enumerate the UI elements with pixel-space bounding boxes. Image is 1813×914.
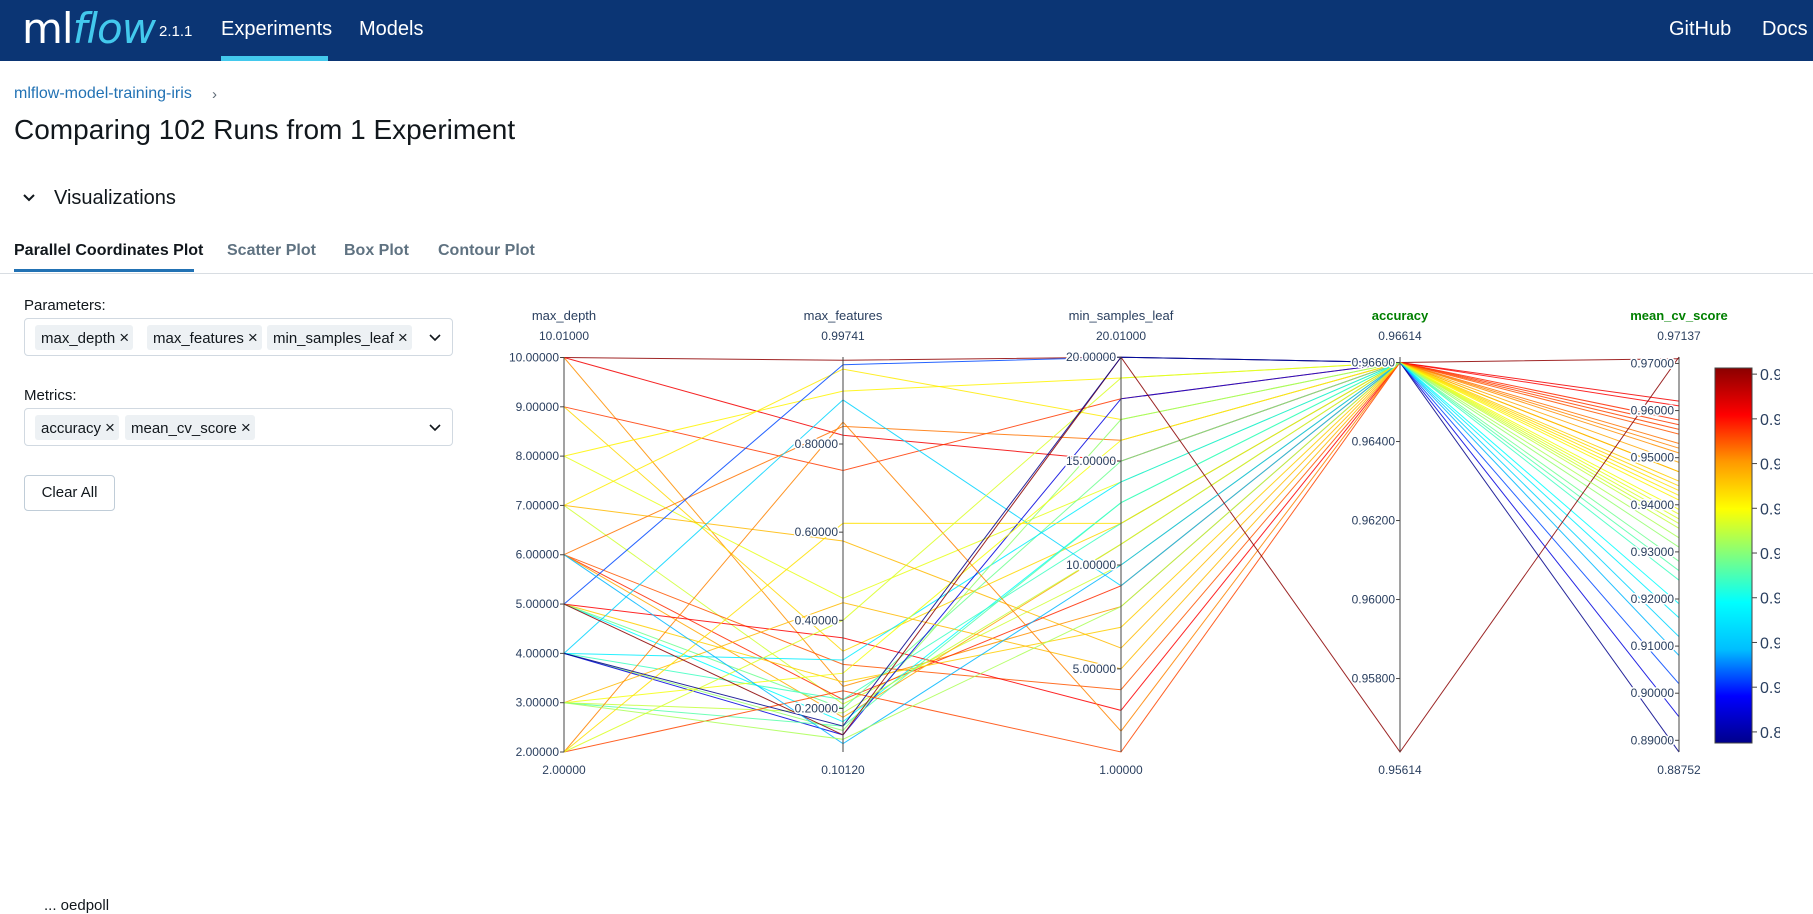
axis-tick-label: 2.00000	[516, 745, 560, 759]
axis-tick-label: 3.00000	[516, 696, 560, 710]
parameters-select[interactable]: max_depth × max_features × min_samples_lea…	[24, 318, 453, 356]
axis-top-label: 10.01000	[539, 329, 589, 343]
nav-active-indicator	[221, 56, 328, 61]
nav-models[interactable]: Models	[359, 18, 423, 41]
axis-top-label: 20.01000	[1096, 329, 1146, 343]
tab-box-plot[interactable]: Box Plot	[344, 242, 409, 260]
colorbar-gradient	[1714, 367, 1753, 744]
axis-tick-label: 0.93000	[1631, 545, 1675, 559]
axis-top-label: 0.97137	[1657, 329, 1701, 343]
axis-tick-label: 0.94000	[1631, 498, 1675, 512]
chevron-down-icon[interactable]	[428, 330, 442, 344]
axis-tick-label: 0.96200	[1352, 514, 1396, 528]
metrics-select[interactable]: accuracy × mean_cv_score ×	[24, 408, 453, 446]
colorbar-tick-label: 0.95	[1760, 457, 1780, 474]
remove-chip-icon[interactable]: ×	[105, 415, 115, 440]
axis-tick-label: 0.90000	[1631, 686, 1675, 700]
tab-contour-plot[interactable]: Contour Plot	[438, 242, 535, 260]
remove-chip-icon[interactable]: ×	[119, 325, 129, 350]
axis-tick-label: 0.96000	[1352, 593, 1396, 607]
nav-docs-link[interactable]: Docs	[1762, 18, 1808, 41]
axis-tick-label: 0.96600	[1352, 356, 1396, 370]
visualization-tabs: Parallel Coordinates Plot Scatter Plot B…	[0, 242, 1813, 274]
nav-github-link[interactable]: GitHub	[1669, 18, 1731, 41]
parameters-label: Parameters:	[24, 297, 106, 314]
axis-tick-label: 0.95800	[1352, 672, 1396, 686]
axis-tick-label: 0.20000	[795, 701, 839, 715]
axis-tick-label: 8.00000	[516, 449, 560, 463]
axis-tick-label: 4.00000	[516, 646, 560, 660]
colorbar-tick-label: 0.92	[1760, 591, 1780, 608]
nav-experiments[interactable]: Experiments	[221, 18, 332, 41]
colorbar-tick-label: 0.96	[1760, 412, 1780, 429]
remove-chip-icon[interactable]: ×	[241, 415, 251, 440]
colorbar-tick-label: 0.97	[1760, 367, 1780, 384]
axis-bottom-label: 0.95614	[1378, 763, 1422, 777]
axis-tick-label: 0.89000	[1631, 733, 1675, 747]
axis-tick-label: 20.00000	[1066, 350, 1116, 364]
tab-scatter-plot[interactable]: Scatter Plot	[227, 242, 316, 260]
colorbar-tick-label: 0.93	[1760, 546, 1780, 563]
axis-tick-label: 9.00000	[516, 400, 560, 414]
metric-chip: mean_cv_score ×	[125, 415, 255, 440]
parameter-chip: max_depth ×	[35, 325, 134, 350]
tab-parallel-coordinates[interactable]: Parallel Coordinates Plot	[14, 242, 203, 260]
colorbar-tick-label: 0.89	[1760, 725, 1780, 742]
axis-tick-label: 0.91000	[1631, 639, 1675, 653]
remove-chip-icon[interactable]: ×	[248, 325, 258, 350]
axis-title[interactable]: min_samples_leaf	[1069, 308, 1174, 323]
axis-tick-label: 0.96400	[1352, 435, 1396, 449]
axis-title[interactable]: max_depth	[532, 308, 596, 323]
axis-tick-label: 0.60000	[795, 525, 839, 539]
axis-tick-label: 0.96000	[1631, 404, 1675, 418]
axis-tick-label: 7.00000	[516, 498, 560, 512]
axis-tick-label: 0.40000	[795, 613, 839, 627]
axis-bottom-label: 2.00000	[542, 763, 586, 777]
chevron-down-icon[interactable]	[428, 420, 442, 434]
axis-tick-label: 0.95000	[1631, 451, 1675, 465]
axis-tick-label: 5.00000	[516, 597, 560, 611]
metric-chip: accuracy ×	[35, 415, 119, 440]
parameter-chip: min_samples_leaf ×	[267, 325, 412, 350]
axis-tick-label: 15.00000	[1066, 454, 1116, 468]
axis-bottom-label: 0.88752	[1657, 763, 1701, 777]
active-tab-indicator	[14, 269, 194, 272]
axis-title[interactable]: accuracy	[1372, 308, 1429, 323]
parameter-chip: max_features ×	[147, 325, 262, 350]
colorbar-tick-label: 0.9	[1760, 680, 1780, 697]
axis-tick-label: 5.00000	[1073, 662, 1117, 676]
axis-title[interactable]: mean_cv_score	[1630, 308, 1728, 323]
breadcrumb-experiment-link[interactable]: mlflow-model-training-iris	[14, 85, 192, 103]
mlflow-logo[interactable]: mlflow	[22, 4, 156, 53]
axis-title[interactable]: max_features	[804, 308, 883, 323]
axis-top-label: 0.99741	[821, 329, 865, 343]
axis-tick-label: 10.00000	[509, 350, 559, 364]
version-label: 2.1.1	[159, 23, 193, 40]
clear-all-button[interactable]: Clear All	[24, 475, 115, 511]
colorbar-tick-label: 0.91	[1760, 635, 1780, 652]
axis-tick-label: 0.80000	[795, 437, 839, 451]
axis-tick-label: 10.00000	[1066, 558, 1116, 572]
colorbar-tick-label: 0.94	[1760, 501, 1780, 518]
metrics-label: Metrics:	[24, 387, 77, 404]
remove-chip-icon[interactable]: ×	[398, 325, 408, 350]
axis-bottom-label: 1.00000	[1099, 763, 1143, 777]
page-title: Comparing 102 Runs from 1 Experiment	[14, 114, 516, 145]
chevron-down-icon[interactable]	[20, 189, 38, 207]
breadcrumb-separator: ›	[212, 86, 217, 103]
axis-tick-label: 0.92000	[1631, 592, 1675, 606]
axis-tick-label: 6.00000	[516, 548, 560, 562]
axis-tick-label: 0.97000	[1631, 356, 1675, 370]
top-nav-bar: mlflow 2.1.1 Experiments Models GitHub D…	[0, 0, 1813, 61]
axis-bottom-label: 0.10120	[821, 763, 865, 777]
visualizations-section-title[interactable]: Visualizations	[54, 187, 176, 210]
colorbar: 0.97 0.96 0.95 0.94 0.93 0.92 0.91 0.9 0.89	[1714, 367, 1780, 744]
parallel-coordinates-plot[interactable]: max_depth 10.01000 2.00000 10.00000 9.00000 8…	[480, 300, 1780, 800]
axis-top-label: 0.96614	[1378, 329, 1422, 343]
